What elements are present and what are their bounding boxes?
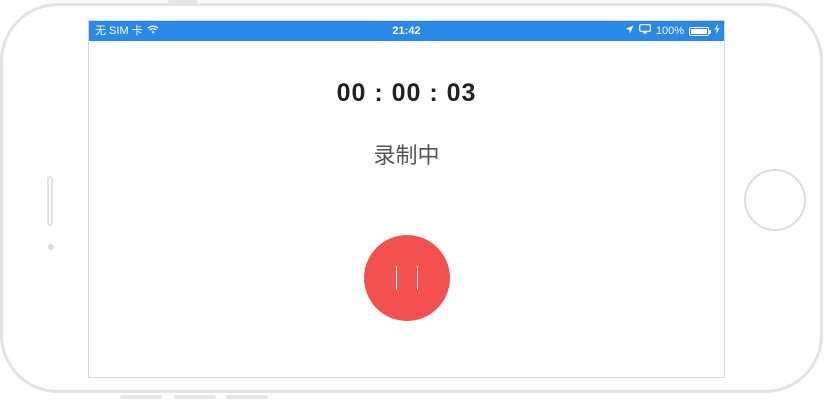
status-right: 100% — [625, 21, 720, 41]
home-button[interactable] — [744, 169, 806, 231]
battery-tip — [709, 29, 711, 34]
mute-switch — [120, 395, 162, 399]
earpiece-speaker — [47, 176, 53, 226]
charging-bolt-icon — [714, 21, 720, 41]
pause-icon — [396, 266, 397, 290]
airplay-icon — [638, 21, 651, 41]
battery-fill — [691, 28, 707, 34]
front-camera — [48, 244, 54, 250]
location-arrow-icon — [625, 21, 634, 41]
device-mockup: 无 SIM 卡 21:42 100% 00: 00: 03 录制中 — [0, 0, 829, 400]
app-screen: 无 SIM 卡 21:42 100% 00: 00: 03 录制中 — [88, 20, 725, 378]
recording-status-label: 录制中 — [373, 144, 440, 169]
status-bar: 无 SIM 卡 21:42 100% — [89, 21, 724, 41]
power-button — [168, 0, 198, 4]
volume-down-button — [226, 395, 268, 399]
pause-button[interactable] — [364, 235, 450, 321]
battery-percent: 100% — [655, 25, 684, 37]
pause-icon-bar — [417, 266, 418, 290]
volume-up-button — [174, 395, 216, 399]
battery-icon — [689, 26, 711, 36]
elapsed-time: 00 : 00 : 03 — [336, 79, 477, 107]
